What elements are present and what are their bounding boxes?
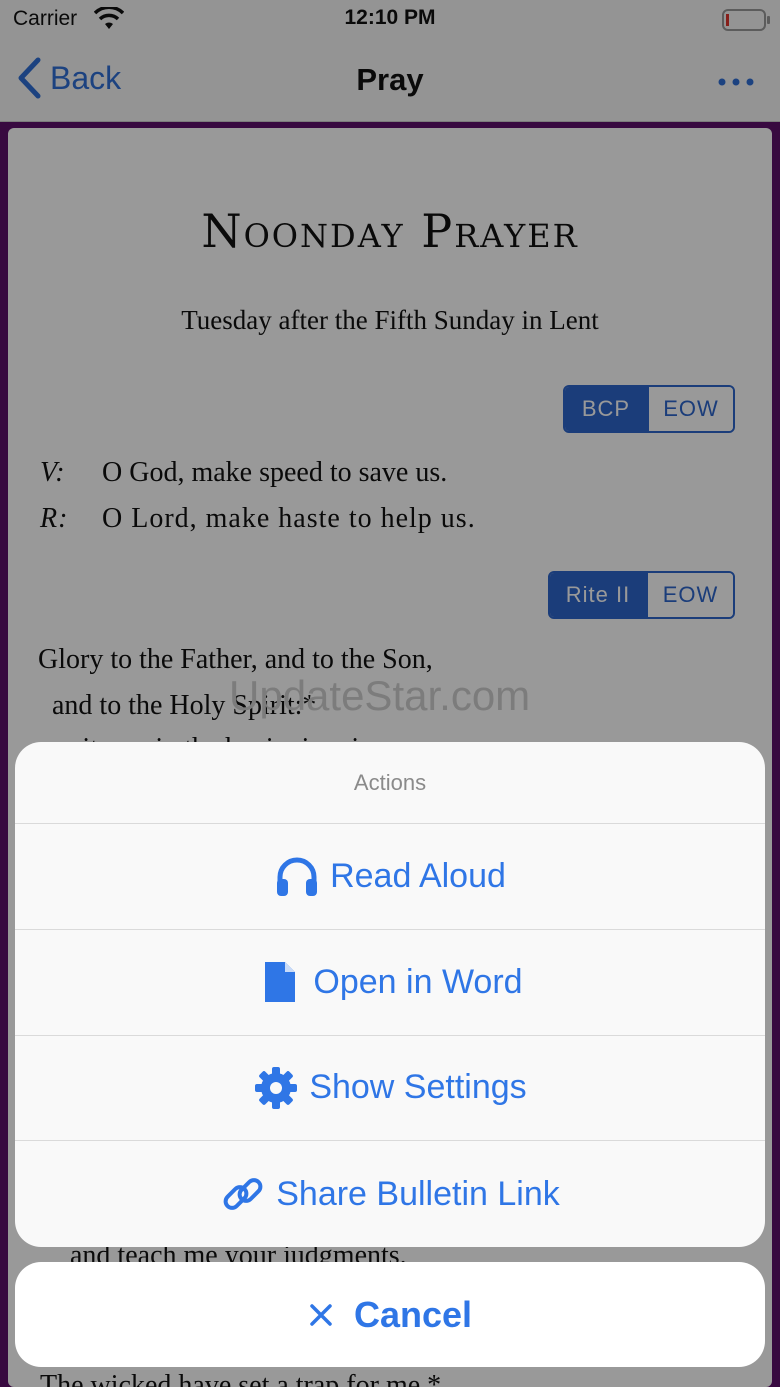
headphones-icon xyxy=(277,857,318,897)
share-bulletin-link-label: Share Bulletin Link xyxy=(276,1174,560,1213)
read-aloud-button[interactable]: Read Aloud xyxy=(15,824,765,930)
file-icon xyxy=(265,962,296,1003)
read-aloud-label: Read Aloud xyxy=(330,856,506,895)
share-bulletin-link-button[interactable]: Share Bulletin Link xyxy=(15,1141,765,1247)
open-in-word-label: Open in Word xyxy=(313,962,523,1001)
cancel-label: Cancel xyxy=(353,1293,473,1335)
close-icon xyxy=(310,1303,332,1326)
open-in-word-button[interactable]: Open in Word xyxy=(15,930,765,1036)
watermark: UpdateStar.com xyxy=(229,672,531,719)
show-settings-label: Show Settings xyxy=(309,1068,527,1107)
show-settings-button[interactable]: Show Settings xyxy=(15,1036,765,1142)
action-sheet: Actions Read Aloud Open in Word Show Set… xyxy=(15,742,765,1247)
link-icon xyxy=(223,1178,263,1211)
cancel-button[interactable]: Cancel xyxy=(15,1262,765,1367)
action-sheet-title: Actions xyxy=(15,742,765,824)
gear-icon xyxy=(255,1066,298,1109)
